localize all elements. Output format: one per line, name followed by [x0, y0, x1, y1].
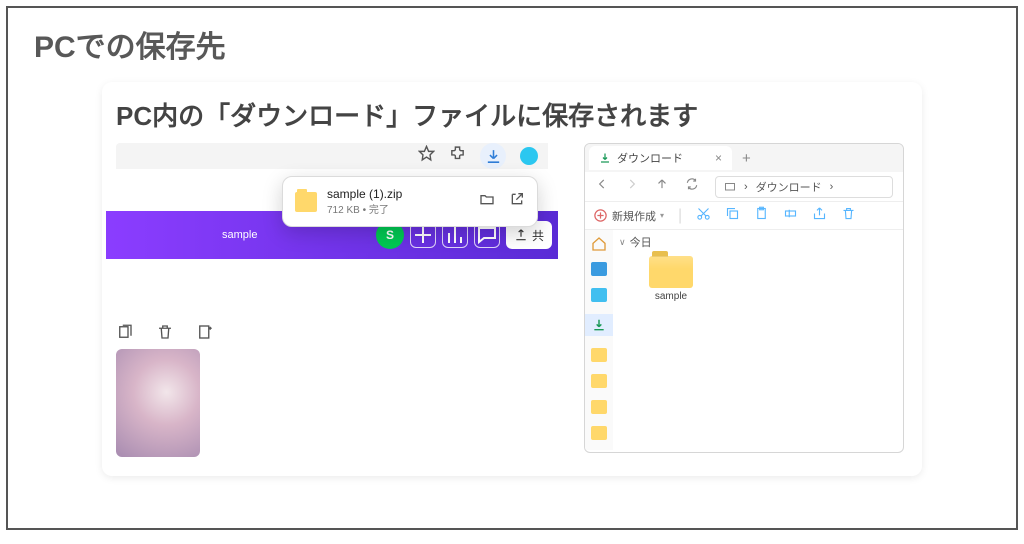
explorer-tab[interactable]: ダウンロード × — [589, 146, 732, 170]
gallery-icon[interactable] — [591, 262, 607, 276]
new-button[interactable]: 新規作成 ▾ — [593, 208, 664, 224]
show-in-folder-icon[interactable] — [479, 191, 495, 212]
design-name: sample — [222, 229, 257, 241]
explorer-content: ∨今日 sample — [613, 230, 903, 450]
chrome-toolbar — [116, 143, 548, 169]
profile-avatar[interactable] — [520, 147, 538, 165]
downloads-icon[interactable] — [480, 143, 506, 169]
folder-icon[interactable] — [591, 374, 607, 388]
paste-icon[interactable] — [754, 206, 769, 226]
folder-item[interactable]: sample — [641, 256, 701, 302]
add-page-icon[interactable] — [196, 323, 214, 346]
download-popover: sample (1).zip 712 KB • 完了 — [282, 176, 538, 227]
explorer-window: ダウンロード × + › ダウンロード › — [584, 143, 904, 453]
rename-icon[interactable] — [783, 206, 798, 226]
back-icon[interactable] — [595, 177, 609, 196]
duplicate-icon[interactable] — [116, 323, 134, 346]
delete-icon[interactable] — [841, 206, 856, 226]
star-icon[interactable] — [418, 145, 435, 167]
folder-icon[interactable] — [591, 348, 607, 362]
close-tab-icon[interactable]: × — [715, 151, 722, 165]
page-toolbar — [116, 323, 214, 346]
downloads-sidebar-item[interactable] — [585, 314, 613, 336]
zip-folder-icon — [295, 192, 317, 212]
up-icon[interactable] — [655, 177, 669, 196]
browser-panel: sample (1).zip 712 KB • 完了 sample S — [116, 143, 548, 453]
explorer-actionrow: 新規作成 ▾ | — [585, 202, 903, 230]
download-meta: 712 KB • 完了 — [327, 201, 469, 216]
share-icon[interactable] — [812, 206, 827, 226]
cut-icon[interactable] — [696, 206, 711, 226]
refresh-icon[interactable] — [685, 177, 699, 196]
copy-icon[interactable] — [725, 206, 740, 226]
trash-icon[interactable] — [156, 323, 174, 346]
card-subtitle: PC内の「ダウンロード」ファイルに保存されます — [116, 96, 908, 133]
open-external-icon[interactable] — [509, 191, 525, 212]
download-filename: sample (1).zip — [327, 187, 469, 201]
design-thumbnail[interactable] — [116, 349, 200, 457]
content-card: PC内の「ダウンロード」ファイルに保存されます sample (1).zip 7… — [102, 82, 922, 476]
forward-icon[interactable] — [625, 177, 639, 196]
desktop-icon[interactable] — [591, 288, 607, 302]
breadcrumb[interactable]: › ダウンロード › — [715, 176, 893, 198]
explorer-sidebar — [585, 230, 613, 450]
folder-icon — [649, 256, 693, 288]
new-tab-icon[interactable]: + — [742, 150, 751, 167]
home-icon[interactable] — [591, 236, 607, 250]
explorer-navrow: › ダウンロード › — [585, 172, 903, 202]
explorer-tabbar: ダウンロード × + — [585, 144, 903, 172]
extensions-icon[interactable] — [449, 145, 466, 167]
folder-label: sample — [655, 291, 687, 302]
page-title: PCでの保存先 — [34, 22, 990, 66]
group-header[interactable]: ∨今日 — [619, 234, 897, 250]
folder-icon[interactable] — [591, 400, 607, 414]
folder-icon[interactable] — [591, 426, 607, 440]
